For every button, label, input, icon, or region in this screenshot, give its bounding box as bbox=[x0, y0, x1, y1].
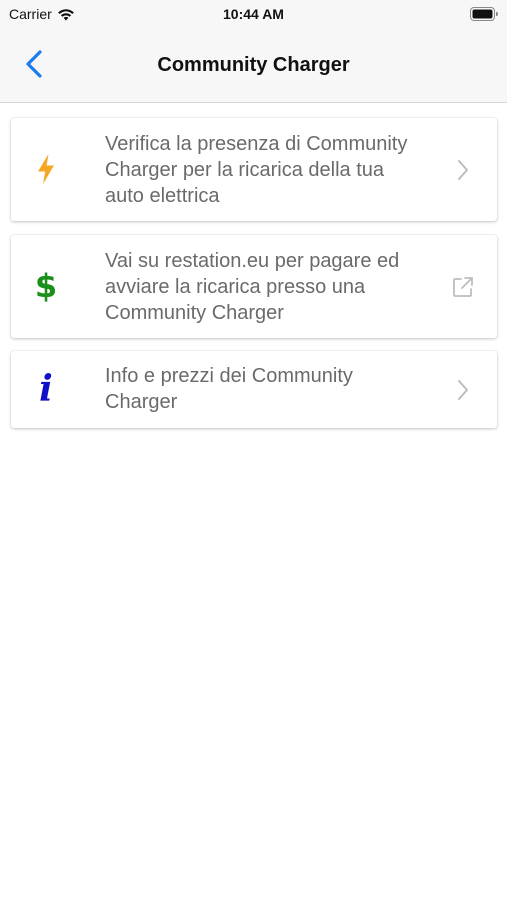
list-item-label: Verifica la presenza di Community Charge… bbox=[105, 133, 408, 207]
list-item-label: Info e prezzi dei Community Charger bbox=[105, 365, 353, 413]
chevron-right-icon bbox=[451, 158, 475, 182]
list-item-restation-pay[interactable]: $ Vai su restation.eu per pagare ed avvi… bbox=[11, 235, 497, 338]
dollar-icon: $ bbox=[34, 267, 58, 305]
navigation-bar: Community Charger bbox=[0, 30, 507, 103]
status-bar: Carrier 10:44 AM bbox=[0, 0, 507, 30]
list-item-check-chargers[interactable]: Verifica la presenza di Community Charge… bbox=[11, 118, 497, 221]
info-icon: i bbox=[39, 368, 53, 410]
battery-icon bbox=[470, 7, 499, 21]
status-time: 10:44 AM bbox=[223, 6, 284, 22]
lightning-bolt-icon bbox=[29, 152, 63, 186]
page-title: Community Charger bbox=[157, 54, 350, 76]
menu-list: Verifica la presenza di Community Charge… bbox=[0, 104, 507, 900]
list-item-info-prices[interactable]: i Info e prezzi dei Community Charger bbox=[11, 351, 497, 428]
chevron-right-icon bbox=[451, 378, 475, 402]
external-link-icon bbox=[451, 275, 475, 299]
list-item-label: Vai su restation.eu per pagare ed avviar… bbox=[105, 250, 400, 324]
